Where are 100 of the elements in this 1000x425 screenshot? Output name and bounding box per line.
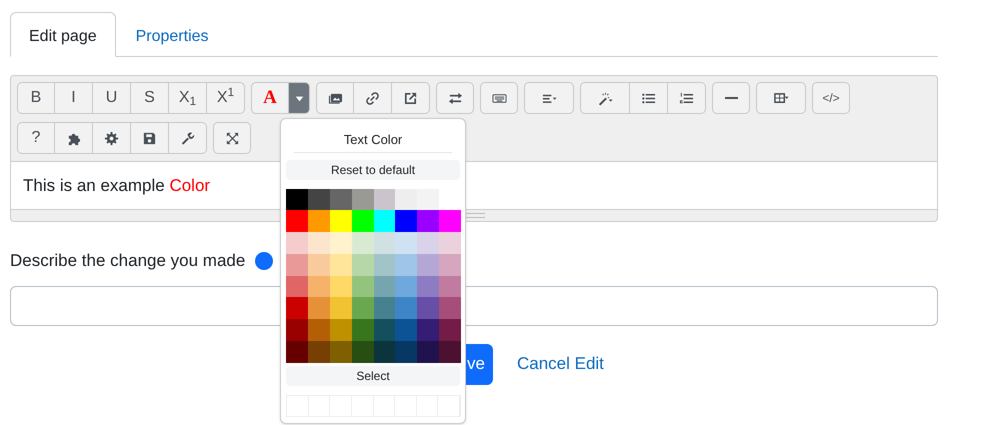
select-button[interactable]: Select xyxy=(286,366,460,386)
toolbar-button[interactable]: </> xyxy=(812,82,850,114)
color-swatch[interactable] xyxy=(439,210,461,232)
color-swatch[interactable] xyxy=(352,254,374,276)
color-swatch[interactable] xyxy=(308,232,330,254)
color-swatch[interactable] xyxy=(439,254,461,276)
expand-icon xyxy=(224,130,240,146)
color-swatch[interactable] xyxy=(308,319,330,342)
color-swatch[interactable] xyxy=(395,341,418,363)
color-swatch[interactable] xyxy=(286,276,308,298)
color-swatch[interactable] xyxy=(286,188,308,210)
color-swatch[interactable] xyxy=(374,276,396,298)
color-swatch[interactable] xyxy=(308,341,330,363)
color-swatch[interactable] xyxy=(308,188,330,210)
color-swatch[interactable] xyxy=(330,341,352,363)
color-swatch[interactable] xyxy=(374,319,396,342)
reset-button[interactable]: Reset to default xyxy=(286,160,460,180)
color-swatch[interactable] xyxy=(330,297,352,320)
color-swatch[interactable] xyxy=(352,210,374,232)
color-swatch[interactable] xyxy=(374,254,396,276)
color-swatch[interactable] xyxy=(374,232,396,254)
color-swatch[interactable] xyxy=(417,188,440,210)
color-swatch[interactable] xyxy=(417,297,440,320)
toolbar-button[interactable] xyxy=(93,122,131,154)
color-swatch[interactable] xyxy=(395,276,418,298)
color-swatch[interactable] xyxy=(352,276,374,298)
color-swatch[interactable] xyxy=(439,297,461,320)
toolbar-button[interactable] xyxy=(480,82,518,114)
color-swatch[interactable] xyxy=(308,276,330,298)
toolbar-button[interactable]: ? xyxy=(17,122,55,154)
color-swatch[interactable] xyxy=(308,210,330,232)
toolbar-button[interactable]: X$_{1}$ xyxy=(169,82,207,114)
color-swatch[interactable] xyxy=(417,341,440,363)
color-swatch[interactable] xyxy=(439,341,461,363)
toolbar-button[interactable]: U xyxy=(93,82,131,114)
toolbar-button[interactable] xyxy=(756,82,806,114)
color-swatch[interactable] xyxy=(286,254,308,276)
toolbar-button[interactable] xyxy=(316,82,354,114)
help-icon[interactable] xyxy=(255,252,274,270)
toolbar-button[interactable]: I xyxy=(55,82,93,114)
color-swatch[interactable] xyxy=(417,276,440,298)
toolbar-button[interactable] xyxy=(213,122,251,154)
color-swatch[interactable] xyxy=(395,319,418,342)
color-swatch[interactable] xyxy=(352,319,374,342)
color-swatch[interactable] xyxy=(417,232,440,254)
dropdown-button[interactable] xyxy=(289,82,310,114)
color-swatch[interactable] xyxy=(308,254,330,276)
color-swatch[interactable] xyxy=(330,319,352,342)
toolbar-button[interactable] xyxy=(392,82,430,114)
color-swatch[interactable] xyxy=(439,319,461,342)
color-swatch[interactable] xyxy=(417,319,440,342)
color-swatch[interactable] xyxy=(286,232,308,254)
color-swatch[interactable] xyxy=(286,341,308,363)
tab[interactable]: Properties xyxy=(116,12,229,56)
external-link-icon xyxy=(403,90,418,106)
table-icon xyxy=(774,90,788,106)
save-icon xyxy=(142,130,157,146)
color-swatch[interactable] xyxy=(308,297,330,320)
toolbar-button[interactable] xyxy=(668,82,706,114)
toolbar-button[interactable] xyxy=(354,82,392,114)
color-swatch[interactable] xyxy=(286,297,308,320)
toolbar-button[interactable] xyxy=(131,122,169,154)
color-swatch[interactable] xyxy=(395,210,418,232)
color-swatch[interactable] xyxy=(374,341,396,363)
link-icon xyxy=(365,90,380,106)
color-swatch[interactable] xyxy=(330,210,352,232)
color-swatch[interactable] xyxy=(417,210,440,232)
color-swatch[interactable] xyxy=(352,232,374,254)
toolbar-button[interactable]: A xyxy=(251,82,289,114)
toolbar-button[interactable]: X$^{1}$ xyxy=(207,82,245,114)
color-swatch[interactable] xyxy=(395,188,418,210)
color-swatch[interactable] xyxy=(352,297,374,320)
toolbar-button[interactable]: B xyxy=(17,82,55,114)
color-swatch[interactable] xyxy=(352,188,374,210)
color-swatch[interactable] xyxy=(330,188,352,210)
color-swatch[interactable] xyxy=(439,276,461,298)
color-swatch[interactable] xyxy=(417,254,440,276)
color-swatch[interactable] xyxy=(330,276,352,298)
toolbar-button[interactable]: S xyxy=(131,82,169,114)
toolbar-button[interactable] xyxy=(55,122,93,154)
color-swatch[interactable] xyxy=(286,210,308,232)
color-swatch[interactable] xyxy=(286,319,308,342)
toolbar-button[interactable] xyxy=(169,122,207,154)
color-swatch[interactable] xyxy=(330,232,352,254)
toolbar-button[interactable] xyxy=(436,82,474,114)
numbered-list-icon xyxy=(679,90,694,106)
color-swatch[interactable] xyxy=(395,232,418,254)
toolbar-button[interactable] xyxy=(630,82,668,114)
color-swatch[interactable] xyxy=(374,297,396,320)
toolbar-button[interactable] xyxy=(712,82,750,114)
color-swatch[interactable] xyxy=(330,254,352,276)
color-swatch[interactable] xyxy=(374,210,396,232)
color-swatch[interactable] xyxy=(395,254,418,276)
color-swatch[interactable] xyxy=(439,232,461,254)
color-swatch[interactable] xyxy=(395,297,418,320)
cancel-link[interactable]: Cancel Edit xyxy=(516,351,604,377)
toolbar-button[interactable] xyxy=(524,82,574,114)
color-swatch[interactable] xyxy=(374,188,396,210)
color-swatch[interactable] xyxy=(352,341,374,363)
tab[interactable]: Edit page xyxy=(10,12,116,57)
